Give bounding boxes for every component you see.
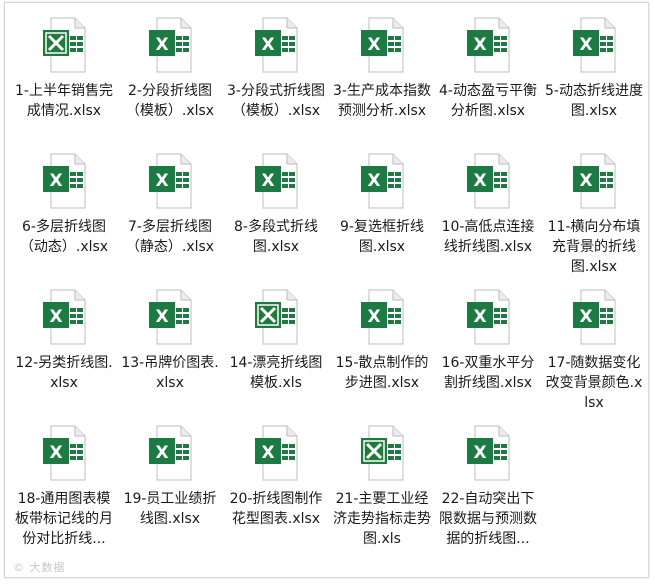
file-name: 14-漂亮折线图模板.xls	[229, 355, 323, 391]
excel-icon: X	[463, 17, 513, 73]
file-grid: 1-上半年销售完成情况.xlsx X 2-分段折线图（模板）.xlsx X 3-…	[11, 13, 647, 557]
excel-icon: X	[569, 153, 619, 209]
excel-icon: X	[463, 425, 513, 481]
svg-text:X: X	[155, 171, 168, 191]
file-name: 8-多段式折线图.xlsx	[234, 219, 318, 255]
excel-icon: X	[357, 17, 407, 73]
file-item[interactable]: X 13-吊牌价图表.xlsx	[117, 285, 223, 421]
svg-text:X: X	[473, 443, 486, 463]
excel-icon: X	[251, 17, 301, 73]
file-item[interactable]: X 17-随数据变化改变背景颜色.xlsx	[541, 285, 647, 421]
file-name: 2-分段折线图（模板）.xlsx	[125, 83, 215, 119]
watermark: © 大数据	[13, 561, 66, 574]
excel-icon: X	[251, 425, 301, 481]
svg-text:X: X	[261, 35, 274, 55]
svg-text:X: X	[49, 307, 62, 327]
file-item[interactable]: X 11-横向分布填充背景的折线图.xlsx	[541, 149, 647, 285]
file-item[interactable]: X 16-双重水平分割折线图.xlsx	[435, 285, 541, 421]
excel-icon: X	[251, 153, 301, 209]
file-item[interactable]: X 3-生产成本指数预测分析.xlsx	[329, 13, 435, 149]
file-item[interactable]: X 5-动态折线进度图.xlsx	[541, 13, 647, 149]
file-name: 1-上半年销售完成情况.xlsx	[15, 83, 113, 119]
file-item[interactable]: X 7-多层折线图（静态）.xlsx	[117, 149, 223, 285]
svg-text:X: X	[367, 307, 380, 327]
file-name: 11-横向分布填充背景的折线图.xlsx	[547, 219, 641, 275]
file-item[interactable]: 14-漂亮折线图模板.xls	[223, 285, 329, 421]
file-name: 21-主要工业经济走势指标走势图.xls	[333, 491, 431, 547]
file-item[interactable]: X 4-动态盈亏平衡分析图.xlsx	[435, 13, 541, 149]
svg-text:X: X	[155, 35, 168, 55]
file-item[interactable]: 21-主要工业经济走势指标走势图.xls	[329, 421, 435, 557]
file-item[interactable]: X 19-员工业绩折线图.xlsx	[117, 421, 223, 557]
file-name: 3-生产成本指数预测分析.xlsx	[333, 83, 431, 119]
excel-icon: X	[463, 289, 513, 345]
file-item[interactable]: X 3-分段式折线图（模板）.xlsx	[223, 13, 329, 149]
excel-icon: X	[569, 289, 619, 345]
excel-2003-icon	[39, 17, 89, 73]
file-name: 4-动态盈亏平衡分析图.xlsx	[439, 83, 537, 119]
svg-text:X: X	[155, 443, 168, 463]
file-name: 10-高低点连接线折线图.xlsx	[441, 219, 535, 255]
file-name: 6-多层折线图（动态）.xlsx	[19, 219, 109, 255]
excel-icon: X	[145, 289, 195, 345]
file-item[interactable]: X 12-另类折线图.xlsx	[11, 285, 117, 421]
file-name: 12-另类折线图.xlsx	[15, 355, 113, 391]
file-item[interactable]: 1-上半年销售完成情况.xlsx	[11, 13, 117, 149]
svg-text:X: X	[49, 171, 62, 191]
file-name: 19-员工业绩折线图.xlsx	[123, 491, 217, 527]
file-item[interactable]: X 9-复选框折线图.xlsx	[329, 149, 435, 285]
excel-icon: X	[39, 289, 89, 345]
excel-2003-icon	[251, 289, 301, 345]
svg-text:X: X	[367, 171, 380, 191]
file-item[interactable]: X 8-多段式折线图.xlsx	[223, 149, 329, 285]
svg-text:X: X	[473, 171, 486, 191]
file-item[interactable]: X 2-分段折线图（模板）.xlsx	[117, 13, 223, 149]
excel-icon: X	[145, 17, 195, 73]
file-name: 18-通用图表模板带标记线的月份对比折线...	[15, 491, 113, 547]
excel-icon: X	[357, 289, 407, 345]
file-name: 22-自动突出下限数据与预测数据的折线图...	[439, 491, 537, 547]
file-name: 20-折线图制作花型图表.xlsx	[229, 491, 323, 527]
excel-2003-icon	[357, 425, 407, 481]
excel-icon: X	[357, 153, 407, 209]
file-item[interactable]: X 22-自动突出下限数据与预测数据的折线图...	[435, 421, 541, 557]
svg-text:X: X	[473, 35, 486, 55]
file-name: 5-动态折线进度图.xlsx	[545, 83, 643, 119]
file-item[interactable]: X 20-折线图制作花型图表.xlsx	[223, 421, 329, 557]
svg-text:X: X	[579, 307, 592, 327]
excel-icon: X	[145, 425, 195, 481]
svg-text:X: X	[49, 443, 62, 463]
file-name: 7-多层折线图（静态）.xlsx	[125, 219, 215, 255]
svg-text:X: X	[579, 35, 592, 55]
file-name: 15-散点制作的步进图.xlsx	[335, 355, 429, 391]
excel-icon: X	[145, 153, 195, 209]
file-name: 16-双重水平分割折线图.xlsx	[441, 355, 535, 391]
excel-icon: X	[39, 425, 89, 481]
file-name: 13-吊牌价图表.xlsx	[121, 355, 219, 391]
svg-text:X: X	[261, 443, 274, 463]
excel-icon: X	[463, 153, 513, 209]
file-name: 17-随数据变化改变背景颜色.xlsx	[545, 355, 643, 411]
file-name: 3-分段式折线图（模板）.xlsx	[227, 83, 325, 119]
excel-icon: X	[569, 17, 619, 73]
svg-text:X: X	[261, 171, 274, 191]
excel-icon: X	[39, 153, 89, 209]
file-item[interactable]: X 15-散点制作的步进图.xlsx	[329, 285, 435, 421]
svg-text:X: X	[579, 171, 592, 191]
file-explorer-panel: 1-上半年销售完成情况.xlsx X 2-分段折线图（模板）.xlsx X 3-…	[4, 2, 649, 578]
file-item[interactable]: X 6-多层折线图（动态）.xlsx	[11, 149, 117, 285]
file-item[interactable]: X 10-高低点连接线折线图.xlsx	[435, 149, 541, 285]
svg-text:X: X	[473, 307, 486, 327]
svg-text:X: X	[367, 35, 380, 55]
file-name: 9-复选框折线图.xlsx	[340, 219, 424, 255]
file-item[interactable]: X 18-通用图表模板带标记线的月份对比折线...	[11, 421, 117, 557]
svg-text:X: X	[155, 307, 168, 327]
